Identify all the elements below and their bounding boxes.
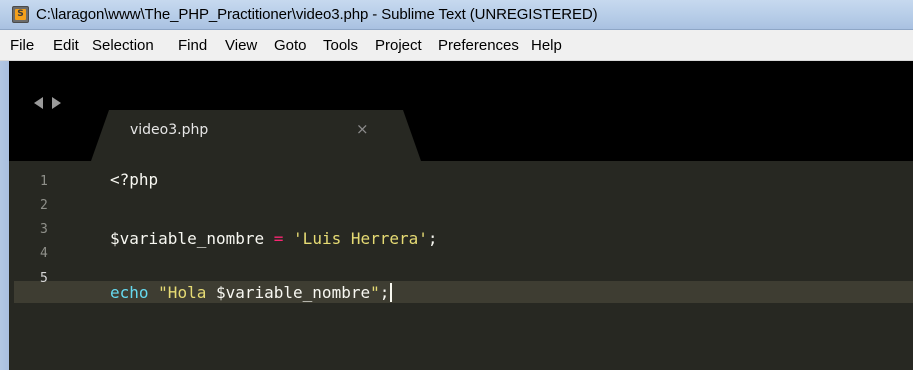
menu-selection[interactable]: Selection bbox=[92, 37, 154, 54]
line-number: 2 bbox=[40, 198, 48, 213]
tab-label[interactable]: video3.php bbox=[130, 122, 208, 138]
tab-bar bbox=[0, 61, 913, 163]
line-number: 5 bbox=[40, 271, 48, 286]
code-line[interactable]: <?php bbox=[110, 170, 158, 189]
code-token: $variable_nombre bbox=[215, 283, 371, 302]
line-number: 3 bbox=[40, 222, 48, 237]
code-token: 'Luis Herrera' bbox=[293, 229, 428, 248]
line-number: 1 bbox=[40, 174, 48, 189]
menu-goto[interactable]: Goto bbox=[274, 37, 307, 54]
code-token: "Hola bbox=[158, 283, 216, 302]
code-token: <?php bbox=[110, 170, 159, 189]
code-token: $variable_nombre bbox=[110, 229, 274, 248]
code-token: = bbox=[273, 229, 284, 248]
code-token: ; bbox=[379, 283, 390, 302]
menu-project[interactable]: Project bbox=[375, 37, 422, 54]
menu-tools[interactable]: Tools bbox=[323, 37, 358, 54]
tab-scroll-left-icon[interactable] bbox=[34, 97, 43, 109]
code-editor[interactable] bbox=[0, 161, 913, 370]
window-title: C:\laragon\www\The_PHP_Practitioner\vide… bbox=[36, 6, 598, 23]
menu-help[interactable]: Help bbox=[531, 37, 562, 54]
menu-bar: File Edit Selection Find View Goto Tools… bbox=[0, 30, 913, 61]
code-line[interactable]: $variable_nombre = 'Luis Herrera'; bbox=[110, 229, 438, 248]
close-icon[interactable]: × bbox=[356, 120, 369, 138]
menu-edit[interactable]: Edit bbox=[53, 37, 79, 54]
tab-scroll-right-icon[interactable] bbox=[52, 97, 61, 109]
sublime-text-icon[interactable]: S bbox=[12, 6, 29, 23]
window-left-border bbox=[0, 61, 9, 370]
text-caret bbox=[390, 283, 393, 302]
menu-view[interactable]: View bbox=[225, 37, 257, 54]
menu-file[interactable]: File bbox=[10, 37, 34, 54]
title-bar[interactable]: S C:\laragon\www\The_PHP_Practitioner\vi… bbox=[0, 0, 913, 30]
code-token: echo bbox=[110, 283, 149, 302]
code-token: ; bbox=[427, 229, 438, 248]
code-token: " bbox=[370, 283, 380, 302]
line-number: 4 bbox=[40, 246, 48, 261]
code-line[interactable]: echo "Hola $variable_nombre"; bbox=[110, 283, 393, 302]
menu-find[interactable]: Find bbox=[178, 37, 207, 54]
menu-preferences[interactable]: Preferences bbox=[438, 37, 519, 54]
